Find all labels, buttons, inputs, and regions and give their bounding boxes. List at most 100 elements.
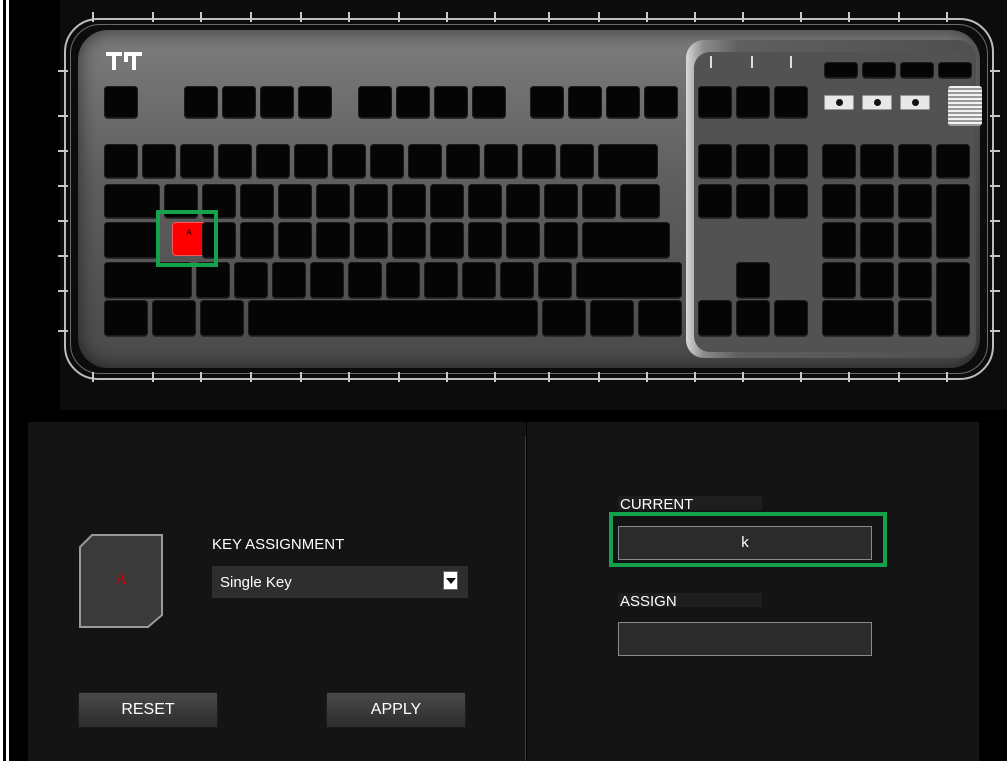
settings-icon[interactable] [900,95,930,110]
indicator-key[interactable] [862,62,896,78]
keyboard-key[interactable] [354,184,388,218]
keyboard-key[interactable] [736,300,770,336]
keyboard-key[interactable] [736,86,770,118]
keyboard-key[interactable] [538,262,572,298]
keyboard-key[interactable] [774,144,808,178]
keyboard-key[interactable] [500,262,534,298]
keyboard-key[interactable] [698,184,732,218]
keyboard-key[interactable] [370,144,404,178]
keyboard-key[interactable] [298,86,332,118]
keyboard-key[interactable] [424,262,458,298]
key-esc[interactable] [104,86,138,118]
keyboard-key[interactable] [180,144,214,178]
keyboard-key[interactable] [898,262,932,298]
keyboard-key[interactable] [506,222,540,258]
apply-button[interactable]: APPLY [326,692,466,728]
keyboard-key[interactable] [736,184,770,218]
keyboard-key[interactable] [774,300,808,336]
keyboard-key[interactable] [260,86,294,118]
keyboard-key[interactable] [468,184,502,218]
keyboard-key[interactable] [582,222,670,258]
keyboard-key[interactable] [506,184,540,218]
keyboard-key[interactable] [822,222,856,258]
keyboard-key[interactable] [898,184,932,218]
keyboard-key[interactable] [860,184,894,218]
keyboard-key[interactable] [332,144,366,178]
keyboard-key[interactable] [736,144,770,178]
keyboard-key[interactable] [408,144,442,178]
reset-button[interactable]: RESET [78,692,218,728]
keyboard-key[interactable] [598,144,658,178]
keyboard-key[interactable] [184,86,218,118]
keyboard-key[interactable] [392,184,426,218]
indicator-key[interactable] [938,62,972,78]
keyboard-key[interactable] [354,222,388,258]
keyboard-key[interactable] [576,262,682,298]
keyboard-key[interactable] [860,222,894,258]
keyboard-key[interactable] [434,86,468,118]
keyboard-key[interactable] [468,222,502,258]
keyboard-key[interactable] [644,86,678,118]
key-numpad-plus[interactable] [936,184,970,258]
keyboard-key[interactable] [638,300,682,336]
key-numpad-0[interactable] [822,300,894,336]
keyboard-key[interactable] [430,222,464,258]
assign-key-field[interactable] [618,622,872,656]
keyboard-key[interactable] [822,144,856,178]
keyboard-key[interactable] [560,144,594,178]
keyboard-key[interactable] [620,184,660,218]
keyboard-key[interactable] [462,262,496,298]
keyboard-key[interactable] [898,144,932,178]
keyboard-key[interactable] [774,86,808,118]
keyboard-key[interactable] [196,262,230,298]
keyboard-key[interactable] [218,144,252,178]
chevron-down-icon[interactable] [443,571,458,590]
key-space[interactable] [248,300,538,336]
keyboard-key[interactable] [568,86,602,118]
keyboard-key[interactable] [484,144,518,178]
keyboard-key[interactable] [936,144,970,178]
keyboard-key[interactable] [316,184,350,218]
keyboard-key[interactable] [606,86,640,118]
keyboard-key[interactable] [542,300,586,336]
keyboard-key[interactable] [240,184,274,218]
keyboard-key[interactable] [698,144,732,178]
keyboard-key[interactable] [446,144,480,178]
keyboard-key[interactable] [698,300,732,336]
keyboard-key[interactable] [898,300,932,336]
keyboard-key[interactable] [222,86,256,118]
keyboard-key[interactable] [256,144,290,178]
keyboard-key[interactable] [310,262,344,298]
keyboard-key[interactable] [544,184,578,218]
keyboard-key[interactable] [386,262,420,298]
keyboard-key[interactable] [522,144,556,178]
keyboard-key[interactable] [278,222,312,258]
keyboard-key[interactable] [104,262,192,298]
keyboard-key[interactable] [104,300,148,336]
indicator-key[interactable] [900,62,934,78]
keyboard-key[interactable] [316,222,350,258]
lightbulb-icon[interactable] [862,95,892,110]
keyboard-key[interactable] [240,222,274,258]
volume-roller[interactable] [948,86,982,126]
indicator-key[interactable] [824,62,858,78]
key-numpad-enter[interactable] [936,262,970,336]
keyboard-key[interactable] [590,300,634,336]
cloud-icon[interactable] [824,95,854,110]
keyboard-key[interactable] [104,144,138,178]
keyboard-key[interactable] [104,184,160,218]
keyboard-key[interactable] [898,222,932,258]
keyboard-key[interactable] [358,86,392,118]
keyboard-key[interactable] [104,222,160,258]
keyboard-key[interactable] [278,184,312,218]
keyboard-key[interactable] [200,300,244,336]
keyboard-key[interactable] [392,222,426,258]
keyboard-key[interactable] [860,262,894,298]
keyboard-key[interactable] [472,86,506,118]
key-arrow-up[interactable] [736,262,770,298]
key-assignment-select[interactable]: Single Key [212,566,468,598]
keyboard-key[interactable] [430,184,464,218]
keyboard-key[interactable] [698,86,732,118]
keyboard-key[interactable] [582,184,616,218]
keyboard-key[interactable] [530,86,564,118]
